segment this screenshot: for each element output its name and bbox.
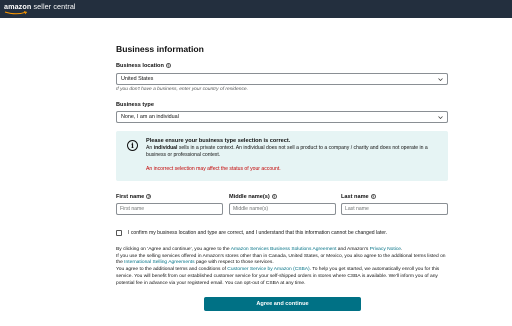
notice-body-bold: individual [153, 145, 178, 151]
first-name-label: First name? [116, 194, 152, 200]
legal-paragraph-2: If you use the selling services offered … [116, 254, 448, 267]
legal-paragraph-3: You agree to the additional terms and co… [116, 267, 448, 287]
legal-paragraph-1: By clicking on 'Agree and continue', you… [116, 247, 448, 254]
business-location-label: Business location? [116, 63, 171, 69]
business-location-select[interactable]: United States [116, 73, 448, 85]
notice-warning: An incorrect selection may affect the st… [146, 166, 281, 172]
business-location-value: United States [121, 76, 154, 82]
business-type-notice: i Please ensure your business type selec… [116, 131, 448, 181]
agree-and-continue-button[interactable]: Agree and continue [204, 297, 361, 311]
legal-text: By clicking on 'Agree and continue', you… [116, 247, 448, 287]
middle-name-label-text: Middle name(s) [229, 194, 270, 200]
chevron-down-icon [438, 78, 443, 81]
legal-text-span: . [401, 247, 403, 252]
page-title: Business information [116, 44, 204, 54]
legal-text-span: and Amazon's [336, 247, 370, 252]
seller-central-logo[interactable]: amazon seller central [4, 2, 76, 11]
confirm-label[interactable]: I confirm my business location and type … [128, 230, 387, 236]
business-type-value: None, I am an individual [121, 114, 179, 120]
last-name-label-text: Last name [341, 194, 369, 200]
first-name-label-text: First name [116, 194, 145, 200]
help-icon[interactable]: ? [165, 63, 171, 69]
business-type-label-text: Business type [116, 102, 154, 108]
info-icon: i [127, 140, 138, 151]
csba-link[interactable]: Customer Service by Amazon (CSBA) [227, 267, 309, 272]
help-icon[interactable]: ? [370, 194, 376, 200]
first-name-input[interactable]: First name [116, 203, 223, 215]
notice-title: Please ensure your business type selecti… [146, 138, 291, 144]
middle-name-input[interactable]: Middle name(s) [229, 203, 336, 215]
business-type-select[interactable]: None, I am an individual [116, 111, 448, 123]
legal-text-span: You agree to the additional terms and co… [116, 267, 228, 273]
top-bar: amazon seller central [0, 0, 512, 18]
business-location-label-text: Business location [116, 63, 164, 69]
legal-text-span: page with respect to those services. [194, 260, 274, 266]
confirm-checkbox[interactable] [116, 230, 122, 236]
notice-body-pre: An [146, 145, 154, 151]
business-type-label: Business type [116, 102, 154, 108]
business-solutions-agreement-link[interactable]: Amazon Services Business Solutions Agree… [231, 247, 337, 252]
international-selling-agreements-link[interactable]: International Selling Agreements [124, 260, 194, 265]
notice-body: An individual sells in a private context… [146, 145, 444, 158]
privacy-notice-link[interactable]: Privacy Notice [370, 247, 401, 252]
amazon-smile-icon [4, 11, 28, 15]
logo-product: seller central [33, 2, 76, 11]
last-name-input[interactable]: Last name [341, 203, 448, 215]
last-name-label: Last name? [341, 194, 376, 200]
business-location-hint: If you don't have a business, enter your… [116, 87, 248, 92]
middle-name-label: Middle name(s)? [229, 194, 277, 200]
chevron-down-icon [438, 116, 443, 119]
help-icon[interactable]: ? [271, 194, 277, 200]
legal-text-span: By clicking on 'Agree and continue', you… [116, 247, 231, 252]
help-icon[interactable]: ? [146, 194, 152, 200]
logo-brand: amazon [4, 2, 32, 11]
notice-body-post: sells in a private context. An individua… [146, 145, 428, 158]
